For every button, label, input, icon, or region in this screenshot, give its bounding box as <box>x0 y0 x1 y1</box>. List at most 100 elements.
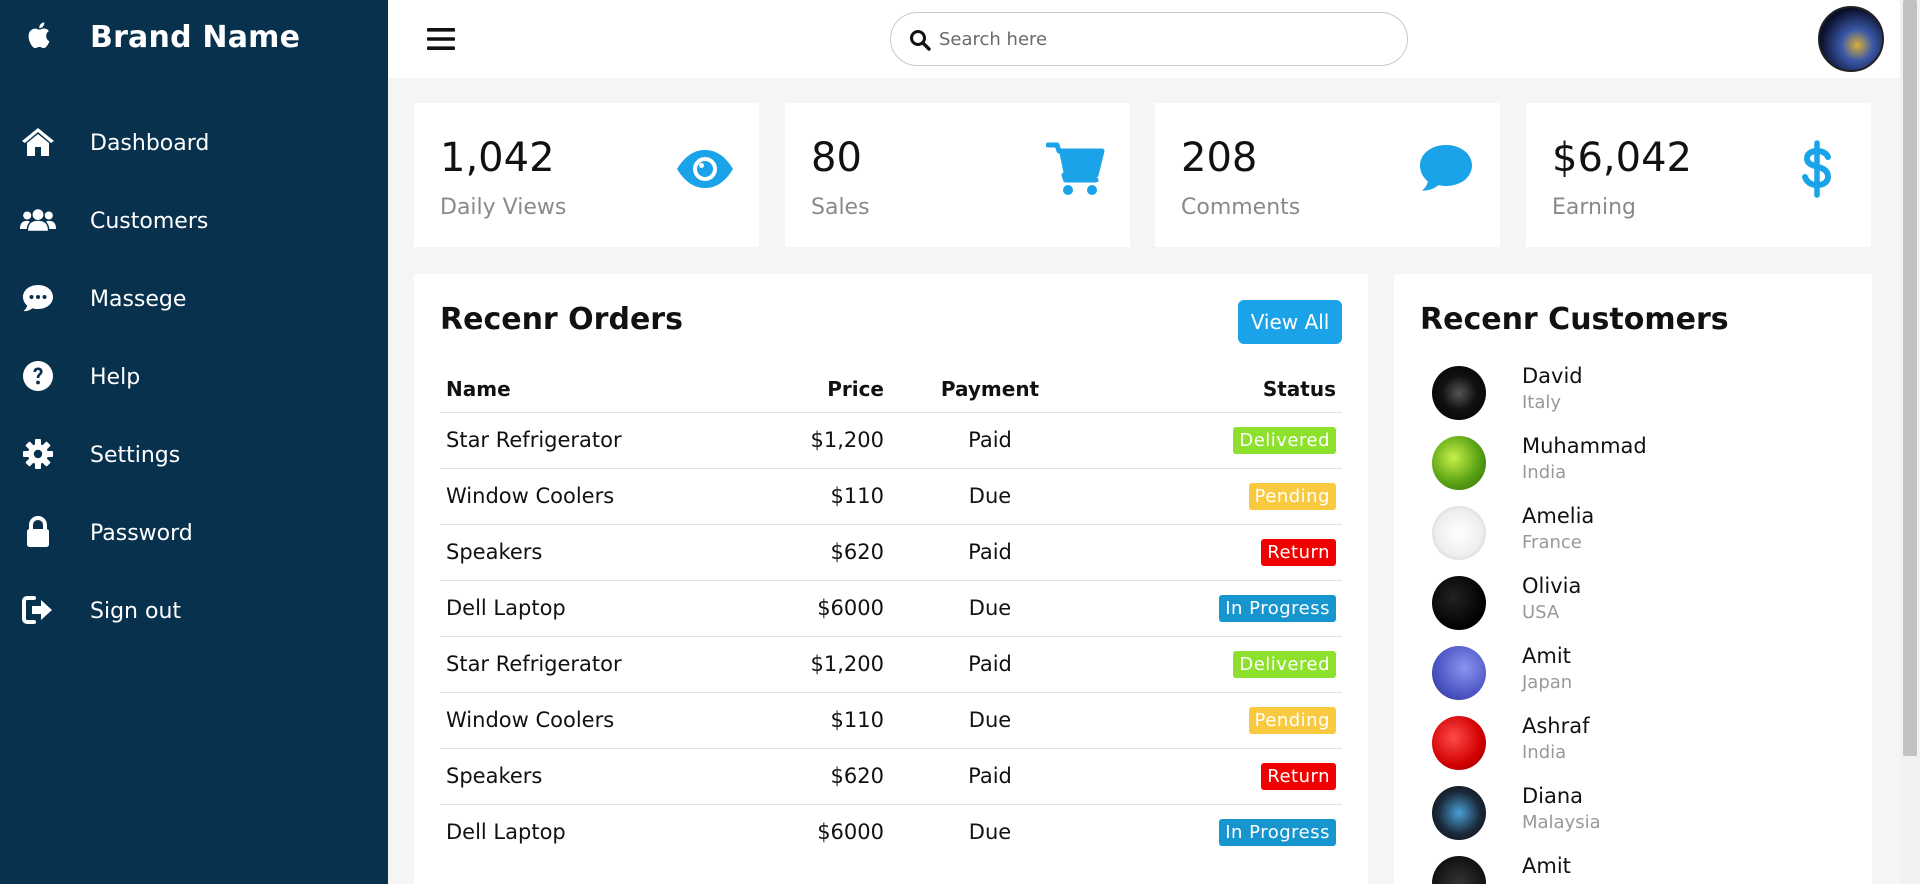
recent-orders-panel: Recenr Orders View All Name Price Paymen… <box>414 274 1368 884</box>
table-row[interactable]: Window Coolers $110 Due Pending <box>440 467 1342 524</box>
sidebar-item-dashboard[interactable]: Dashboard <box>0 110 388 174</box>
customer-name: David <box>1522 364 1583 388</box>
card-label: Earning <box>1552 195 1637 220</box>
customer-item[interactable]: Diana Malaysia <box>1432 784 1852 856</box>
sidebar-item-help[interactable]: Help <box>0 344 388 408</box>
card-value: 1,042 <box>440 135 555 181</box>
customer-country: USA <box>1522 602 1560 623</box>
sidebar-item-label: Help <box>90 365 141 390</box>
help-icon <box>23 361 53 391</box>
sidebar-item-password[interactable]: Password <box>0 500 388 564</box>
status-badge: Return <box>1261 762 1336 790</box>
customer-item[interactable]: Olivia USA <box>1432 574 1852 646</box>
search-icon <box>910 30 931 51</box>
lock-icon <box>27 515 49 547</box>
card-value: 80 <box>811 135 862 181</box>
recent-customers-panel: Recenr Customers David Italy Muhammad India… <box>1394 274 1872 884</box>
cell-name: Window Coolers <box>440 691 740 748</box>
scrollbar-thumb[interactable] <box>1903 0 1917 756</box>
customer-avatar <box>1432 786 1486 840</box>
sidebar: Brand Name Dashboard Customers Massege H… <box>0 0 388 884</box>
customer-avatar <box>1432 366 1486 420</box>
status-badge: Pending <box>1248 482 1336 510</box>
cell-status: Pending <box>1090 467 1342 524</box>
sidebar-item-label: Massege <box>90 287 187 312</box>
status-badge: Delivered <box>1233 650 1336 678</box>
search-input[interactable] <box>939 22 1379 56</box>
column-header-status: Status <box>1262 376 1336 401</box>
sidebar-item-sign-out[interactable]: Sign out <box>0 578 388 642</box>
customer-name: Amit <box>1522 854 1571 878</box>
cell-price: $6000 <box>740 579 890 636</box>
sidebar-item-label: Dashboard <box>90 131 210 156</box>
sidebar-item-label: Customers <box>90 209 209 234</box>
cell-payment: Paid <box>890 747 1090 804</box>
sign-out-icon <box>22 596 52 624</box>
user-avatar[interactable] <box>1818 6 1884 72</box>
menu-toggle-icon[interactable] <box>426 24 456 54</box>
table-header-row: Name Price Payment Status <box>440 366 1342 412</box>
cell-name: Dell Laptop <box>440 803 740 860</box>
cell-payment: Due <box>890 579 1090 636</box>
card-label: Comments <box>1181 195 1301 220</box>
card-earning[interactable]: $6,042 Earning <box>1526 103 1871 247</box>
customer-avatar <box>1432 436 1486 490</box>
cell-name: Star Refrigerator <box>440 411 740 468</box>
customer-name: Diana <box>1522 784 1584 808</box>
sidebar-item-customers[interactable]: Customers <box>0 188 388 252</box>
card-sales[interactable]: 80 Sales <box>785 103 1130 247</box>
brand-name: Brand Name <box>90 20 301 55</box>
customer-item[interactable]: Ashraf India <box>1432 714 1852 786</box>
customer-avatar <box>1432 576 1486 630</box>
customer-name: Muhammad <box>1522 434 1647 458</box>
cell-name: Window Coolers <box>440 467 740 524</box>
customer-item[interactable]: David Italy <box>1432 364 1852 436</box>
table-row[interactable]: Star Refrigerator $1,200 Paid Delivered <box>440 411 1342 468</box>
card-daily-views[interactable]: 1,042 Daily Views <box>414 103 759 247</box>
card-comments[interactable]: 208 Comments <box>1155 103 1500 247</box>
status-badge: Return <box>1261 538 1336 566</box>
customer-item[interactable]: Amit Japan <box>1432 644 1852 716</box>
cell-payment: Due <box>890 803 1090 860</box>
customer-name: Amit <box>1522 644 1571 668</box>
cell-price: $110 <box>740 691 890 748</box>
cell-price: $620 <box>740 747 890 804</box>
customer-item[interactable]: Amit <box>1432 854 1852 884</box>
cell-payment: Paid <box>890 411 1090 468</box>
eye-icon <box>677 150 733 188</box>
column-header-payment: Payment <box>940 376 1040 401</box>
customer-item[interactable]: Amelia France <box>1432 504 1852 576</box>
search-box <box>890 12 1408 66</box>
customer-country: Japan <box>1522 672 1573 693</box>
column-header-price: Price <box>827 376 884 401</box>
table-row[interactable]: Speakers $620 Paid Return <box>440 523 1342 580</box>
sidebar-item-massege[interactable]: Massege <box>0 266 388 330</box>
customer-item[interactable]: Muhammad India <box>1432 434 1852 506</box>
cell-name: Speakers <box>440 523 740 580</box>
cart-icon <box>1046 142 1105 195</box>
status-badge: Delivered <box>1233 426 1336 454</box>
customer-name: Olivia <box>1522 574 1582 598</box>
cell-status: Return <box>1090 523 1342 580</box>
sidebar-item-settings[interactable]: Settings <box>0 422 388 486</box>
topbar <box>388 0 1900 78</box>
status-badge: In Progress <box>1219 818 1336 846</box>
home-icon <box>22 128 54 156</box>
cell-status: Delivered <box>1090 411 1342 468</box>
table-row[interactable]: Speakers $620 Paid Return <box>440 747 1342 804</box>
cell-status: In Progress <box>1090 803 1342 860</box>
table-row[interactable]: Dell Laptop $6000 Due In Progress <box>440 803 1342 860</box>
table-row[interactable]: Star Refrigerator $1,200 Paid Delivered <box>440 635 1342 692</box>
view-all-button[interactable]: View All <box>1238 300 1342 344</box>
cell-payment: Paid <box>890 635 1090 692</box>
recent-orders-title: Recenr Orders <box>440 302 683 337</box>
column-header-name: Name <box>446 376 511 401</box>
sidebar-item-label: Settings <box>90 443 181 468</box>
table-row[interactable]: Dell Laptop $6000 Due In Progress <box>440 579 1342 636</box>
cell-status: Pending <box>1090 691 1342 748</box>
cell-price: $6000 <box>740 803 890 860</box>
sidebar-item-label: Password <box>90 521 193 546</box>
table-row[interactable]: Window Coolers $110 Due Pending <box>440 691 1342 748</box>
brand[interactable]: Brand Name <box>0 0 388 78</box>
chat-icon <box>23 285 53 312</box>
